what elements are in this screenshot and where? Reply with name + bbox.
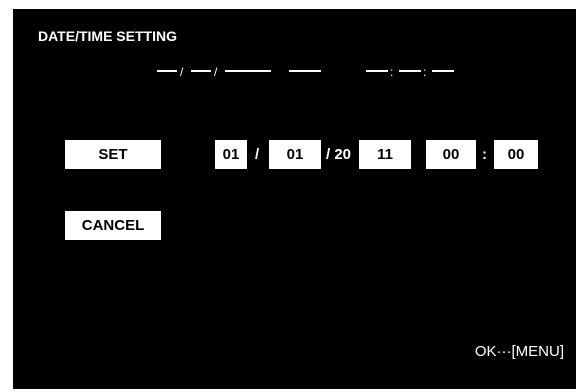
screen-title: DATE/TIME SETTING bbox=[38, 28, 177, 44]
time-separator-label: : bbox=[482, 146, 487, 163]
month-placeholder-dash bbox=[157, 70, 177, 72]
minute-field[interactable]: 00 bbox=[494, 140, 538, 169]
hour-placeholder-dash bbox=[366, 70, 388, 72]
day-field[interactable]: 01 bbox=[269, 140, 321, 169]
menu-hint: OK···[MENU] bbox=[474, 343, 564, 360]
day-placeholder-dash bbox=[191, 70, 211, 72]
date-separator: / bbox=[180, 65, 184, 79]
year-field[interactable]: 11 bbox=[359, 140, 411, 169]
weekday-placeholder-dash bbox=[289, 70, 321, 72]
time-separator: : bbox=[423, 65, 427, 79]
minute-placeholder-dash bbox=[399, 70, 421, 72]
cancel-button[interactable]: CANCEL bbox=[65, 211, 161, 240]
date-time-setting-screen: DATE/TIME SETTING / / : : SET 01 / 01 / … bbox=[13, 9, 576, 389]
date-separator-label: / bbox=[255, 146, 260, 163]
time-separator: : bbox=[390, 65, 394, 79]
date-separator: / bbox=[214, 65, 218, 79]
month-field[interactable]: 01 bbox=[215, 140, 247, 169]
set-button[interactable]: SET bbox=[65, 140, 161, 169]
second-placeholder-dash bbox=[432, 70, 454, 72]
year-placeholder-dash bbox=[225, 70, 271, 72]
year-prefix-label: / 20 bbox=[326, 146, 352, 163]
hour-field[interactable]: 00 bbox=[426, 140, 476, 169]
